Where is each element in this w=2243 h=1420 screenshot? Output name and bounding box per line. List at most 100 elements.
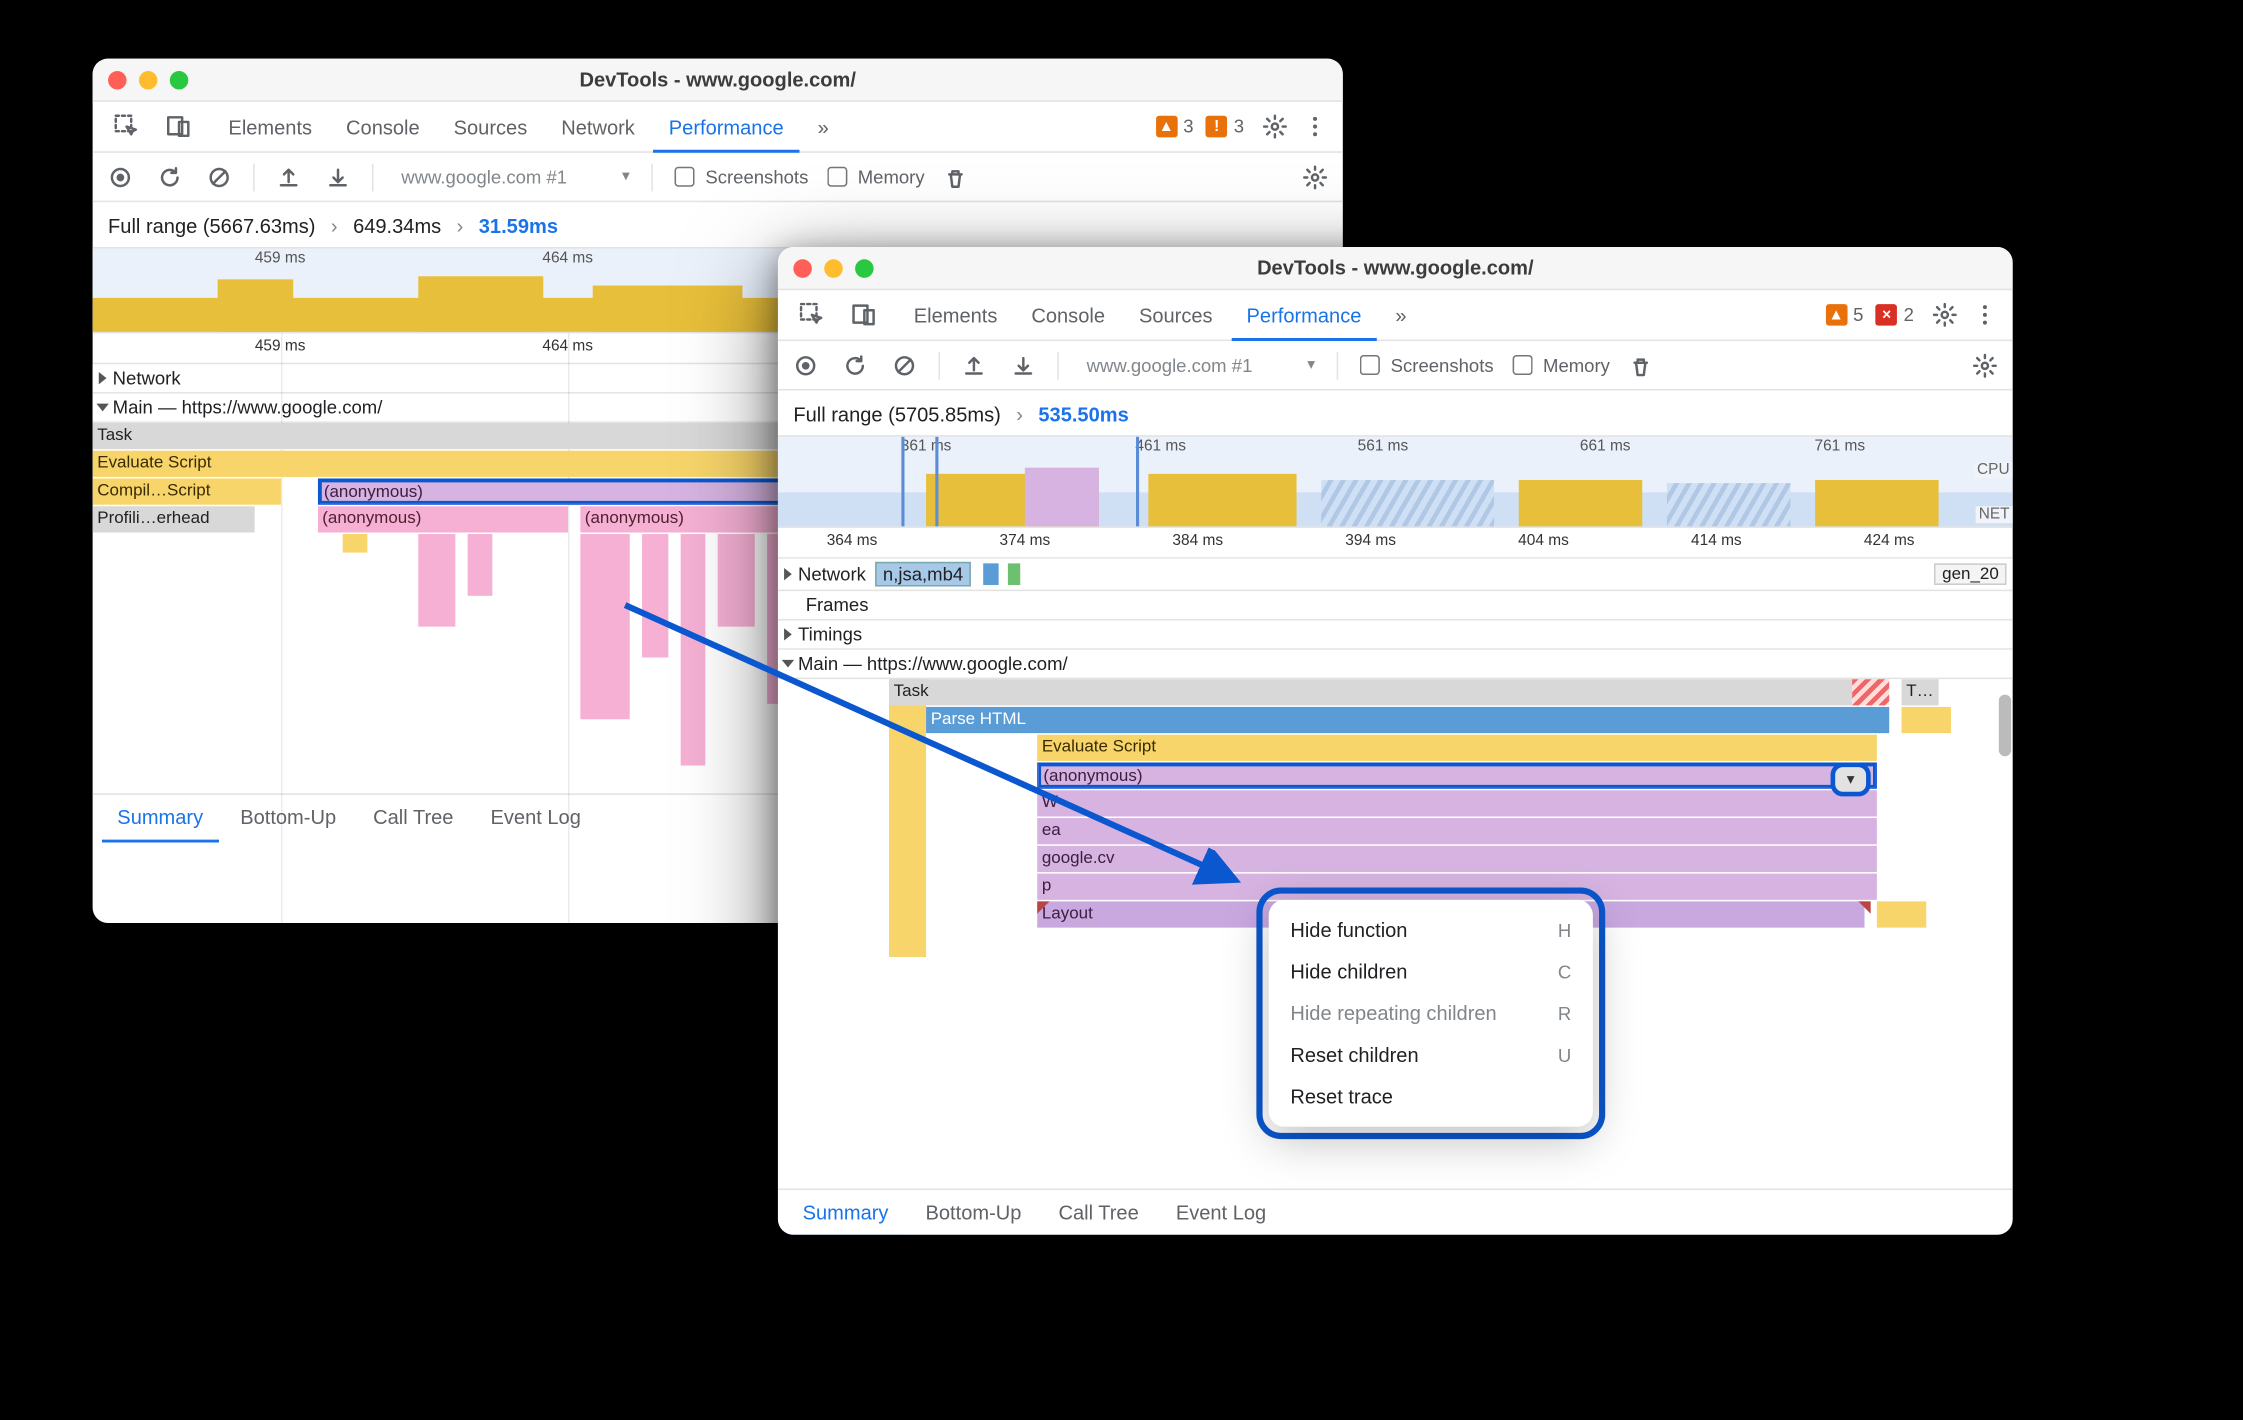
window-zoom-icon[interactable] <box>170 70 189 89</box>
track-timings[interactable]: Timings <box>778 620 2013 649</box>
recording-selector[interactable]: www.google.com #1 <box>389 163 636 191</box>
breadcrumb-mid[interactable]: 649.34ms <box>353 215 441 238</box>
track-network[interactable]: Network n,jsa,mb4 gen_20 <box>778 559 2013 591</box>
gc-icon[interactable] <box>937 158 974 195</box>
tab-performance[interactable]: Performance <box>653 101 799 152</box>
menu-reset-trace[interactable]: Reset trace <box>1269 1076 1593 1118</box>
overview-minimap[interactable]: 361 ms 461 ms 561 ms 661 ms 761 ms CPU N… <box>778 435 2013 528</box>
flame-bar[interactable] <box>1877 901 1926 927</box>
window-close-icon[interactable] <box>108 70 127 89</box>
warnings-badge[interactable]: ▲5 <box>1825 304 1863 326</box>
upload-icon[interactable] <box>270 158 307 195</box>
tab-more[interactable]: » <box>802 101 844 152</box>
tab-performance[interactable]: Performance <box>1231 289 1377 340</box>
tab-more[interactable]: » <box>1380 289 1422 340</box>
memory-toggle[interactable]: Memory <box>1506 350 1610 379</box>
tab-call-tree[interactable]: Call Tree <box>1043 1187 1154 1235</box>
reload-record-icon[interactable] <box>151 158 188 195</box>
overview-selection-handle[interactable] <box>1136 437 1139 527</box>
status-badges: ▲3 !3 <box>1155 116 1253 138</box>
tab-sources[interactable]: Sources <box>1124 289 1228 340</box>
record-icon[interactable] <box>102 158 139 195</box>
device-toggle-icon[interactable] <box>161 108 198 145</box>
screenshots-toggle[interactable]: Screenshots <box>668 162 808 191</box>
download-icon[interactable] <box>1005 347 1042 384</box>
settings-icon[interactable] <box>1926 296 1963 333</box>
track-main[interactable]: Main — https://www.google.com/ <box>778 650 2013 679</box>
window-zoom-icon[interactable] <box>855 259 874 278</box>
breadcrumb-full[interactable]: Full range (5705.85ms) <box>793 403 1000 426</box>
window-minimize-icon[interactable] <box>139 70 158 89</box>
track-frames[interactable]: Frames <box>778 591 2013 620</box>
record-icon[interactable] <box>787 347 824 384</box>
window-close-icon[interactable] <box>793 259 812 278</box>
inspect-element-icon[interactable] <box>108 108 145 145</box>
ruler-tick: 364 ms <box>827 533 878 550</box>
flame-bar-w[interactable]: W <box>1037 790 1877 816</box>
settings-icon[interactable] <box>1256 108 1293 145</box>
upload-icon[interactable] <box>955 347 992 384</box>
tab-console[interactable]: Console <box>1016 289 1120 340</box>
flame-bar-task[interactable]: Task <box>889 679 1852 705</box>
flame-bar-google-cv[interactable]: google.cv <box>1037 846 1877 872</box>
menu-hide-repeating-children: Hide repeating childrenR <box>1269 992 1593 1034</box>
flame-bar-parse-html[interactable]: Parse HTML <box>926 707 1889 733</box>
breadcrumb-leaf[interactable]: 31.59ms <box>479 215 558 238</box>
warnings-badge[interactable]: ▲3 <box>1155 116 1193 138</box>
tab-elements[interactable]: Elements <box>213 101 328 152</box>
perf-settings-icon[interactable] <box>1966 347 2003 384</box>
clear-icon[interactable] <box>201 158 238 195</box>
more-menu-icon[interactable] <box>1966 296 2003 333</box>
clear-icon[interactable] <box>886 347 923 384</box>
inspect-element-icon[interactable] <box>793 296 830 333</box>
flame-bar-ea[interactable]: ea <box>1037 818 1877 844</box>
tab-console[interactable]: Console <box>331 101 435 152</box>
more-menu-icon[interactable] <box>1297 108 1334 145</box>
timeline-ruler[interactable]: 364 ms 374 ms 384 ms 394 ms 404 ms 414 m… <box>778 528 2013 559</box>
flame-bar-longtask-icon[interactable] <box>1852 679 1889 705</box>
overview-selection-handle[interactable] <box>901 437 938 527</box>
window-minimize-icon[interactable] <box>824 259 843 278</box>
tab-event-log[interactable]: Event Log <box>475 792 596 843</box>
tab-summary[interactable]: Summary <box>787 1187 904 1235</box>
tab-elements[interactable]: Elements <box>898 289 1013 340</box>
tab-event-log[interactable]: Event Log <box>1160 1187 1281 1235</box>
download-icon[interactable] <box>320 158 357 195</box>
recording-selector[interactable]: www.google.com #1 <box>1074 351 1321 379</box>
tab-sources[interactable]: Sources <box>438 101 542 152</box>
flame-bar-compile-script[interactable]: Compil…Script <box>93 478 281 504</box>
flame-bar-anonymous-selected[interactable]: (anonymous) <box>318 478 818 504</box>
tab-call-tree[interactable]: Call Tree <box>358 792 469 843</box>
tab-bottom-up[interactable]: Bottom-Up <box>910 1187 1037 1235</box>
network-item-right[interactable]: gen_20 <box>1934 563 2006 585</box>
gc-icon[interactable] <box>1622 347 1659 384</box>
info-badge[interactable]: !3 <box>1206 116 1244 138</box>
errors-count: 2 <box>1904 304 1914 326</box>
memory-toggle[interactable]: Memory <box>821 162 925 191</box>
tab-bottom-up[interactable]: Bottom-Up <box>225 792 352 843</box>
flame-bar-evaluate-script[interactable]: Evaluate Script <box>1037 735 1877 761</box>
tab-summary[interactable]: Summary <box>102 792 219 843</box>
flame-bar-anonymous[interactable]: (anonymous) <box>318 506 568 532</box>
menu-item-label: Reset trace <box>1290 1085 1393 1108</box>
flame-bar-task-short[interactable]: T… <box>1902 679 1939 705</box>
menu-reset-children[interactable]: Reset childrenU <box>1269 1034 1593 1076</box>
perf-settings-icon[interactable] <box>1297 158 1334 195</box>
flame-bar[interactable] <box>1902 707 1951 733</box>
flame-context-menu: Hide functionH Hide childrenC Hide repea… <box>1269 900 1593 1127</box>
flame-entry-menu-button[interactable] <box>1831 762 1871 796</box>
flame-bar-profiling-overhead[interactable]: Profili…erhead <box>93 506 256 532</box>
device-toggle-icon[interactable] <box>846 296 883 333</box>
flame-scrollbar[interactable] <box>1997 679 2012 1065</box>
breadcrumb-leaf[interactable]: 535.50ms <box>1038 403 1128 426</box>
reload-record-icon[interactable] <box>837 347 874 384</box>
menu-hide-children[interactable]: Hide childrenC <box>1269 951 1593 993</box>
flame-bar-anonymous-selected[interactable]: (anonymous) <box>1037 762 1877 788</box>
errors-badge[interactable]: ×2 <box>1876 304 1914 326</box>
network-item-label[interactable]: n,jsa,mb4 <box>875 562 971 587</box>
tab-network[interactable]: Network <box>546 101 650 152</box>
breadcrumb-full[interactable]: Full range (5667.63ms) <box>108 215 315 238</box>
screenshots-toggle[interactable]: Screenshots <box>1354 350 1494 379</box>
menu-hide-function[interactable]: Hide functionH <box>1269 909 1593 951</box>
track-label: Timings <box>798 624 862 646</box>
